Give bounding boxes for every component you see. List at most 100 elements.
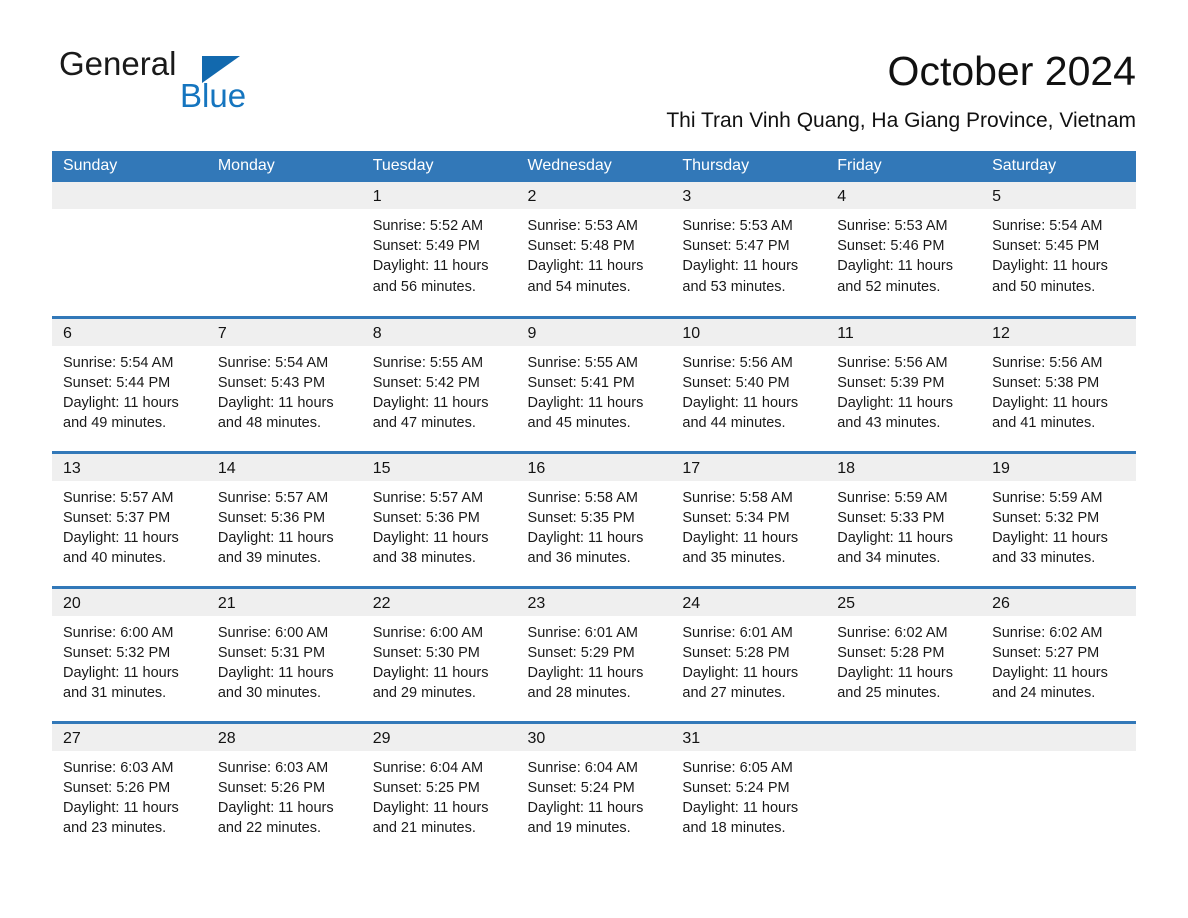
day-number: 4 (826, 182, 982, 209)
sunset-text: Sunset: 5:34 PM (682, 509, 790, 526)
calendar-day-cell[interactable]: 24 Sunrise: 6:01 AM Sunset: 5:28 PM Dayligh… (671, 585, 827, 722)
daylight-text-line1: Daylight: 11 hours (217, 664, 334, 681)
sunset-text: Sunset: 5:30 PM (372, 644, 480, 661)
daylight-text-line1: Daylight: 11 hours (372, 664, 489, 681)
calendar-day-cell[interactable]: 4 Sunrise: 5:53 AM Sunset: 5:46 PM Daylight… (826, 182, 982, 317)
day-number: 18 (826, 453, 982, 481)
sunrise-text: Sunrise: 6:02 AM (837, 624, 948, 641)
daylight-text-line1: Daylight: 11 hours (63, 664, 179, 681)
sunrise-text: Sunrise: 5:53 AM (837, 218, 948, 234)
sunrise-text: Sunrise: 6:03 AM (63, 759, 174, 776)
daylight-text-line1: Daylight: 11 hours (682, 258, 799, 275)
day-number: 13 (52, 453, 207, 481)
day-number: 23 (516, 588, 672, 616)
calendar-day-cell[interactable]: 14 Sunrise: 5:57 AM Sunset: 5:36 PM Dayligh… (206, 450, 362, 587)
calendar-day-cell[interactable]: 17 Sunrise: 5:58 AM Sunset: 5:34 PM Dayligh… (671, 450, 827, 587)
day-number: 9 (516, 318, 672, 346)
sunrise-text: Sunrise: 5:55 AM (527, 354, 638, 371)
sunset-text: Sunset: 5:28 PM (682, 644, 790, 661)
calendar-day-cell-empty (826, 720, 982, 857)
day-number: 31 (671, 723, 827, 751)
calendar-container: Sunday Monday Tuesday Wednesday Thursday… (52, 151, 1136, 857)
calendar-day-cell[interactable]: 28 Sunrise: 6:03 AM Sunset: 5:26 PM Dayligh… (206, 720, 362, 857)
daylight-text-line2: and 39 minutes. (217, 550, 322, 567)
day-details: Sunrise: 5:58 AM Sunset: 5:35 PM Daylight:… (517, 481, 672, 569)
day-number: 10 (671, 318, 827, 346)
calendar-day-cell[interactable]: 5 Sunrise: 5:54 AM Sunset: 5:45 PM Daylight… (981, 182, 1136, 317)
daylight-text-line1: Daylight: 11 hours (682, 529, 799, 546)
sunrise-text: Sunrise: 5:54 AM (63, 354, 174, 371)
sunrise-text: Sunrise: 5:57 AM (63, 489, 174, 506)
daylight-text-line1: Daylight: 11 hours (527, 799, 644, 816)
daylight-text-line2: and 35 minutes. (682, 550, 786, 567)
day-number: 27 (52, 723, 207, 751)
day-details: Sunrise: 6:02 AM Sunset: 5:27 PM Daylight:… (981, 616, 1136, 704)
calendar-day-cell[interactable]: 12 Sunrise: 5:56 AM Sunset: 5:38 PM Dayligh… (981, 315, 1136, 452)
calendar-body: 1 Sunrise: 5:52 AM Sunset: 5:49 PM Daylight… (52, 182, 1136, 857)
calendar-day-cell[interactable]: 19 Sunrise: 5:59 AM Sunset: 5:32 PM Dayligh… (981, 450, 1136, 587)
calendar-day-cell-empty (52, 182, 207, 317)
day-details: Sunrise: 5:57 AM Sunset: 5:37 PM Daylight:… (52, 481, 207, 569)
sunrise-text: Sunrise: 5:54 AM (217, 354, 329, 371)
sunrise-text: Sunrise: 6:05 AM (682, 759, 793, 776)
calendar-day-cell[interactable]: 21 Sunrise: 6:00 AM Sunset: 5:31 PM Dayligh… (206, 585, 362, 722)
daylight-text-line2: and 52 minutes. (837, 278, 941, 295)
calendar-day-cell[interactable]: 11 Sunrise: 5:56 AM Sunset: 5:39 PM Dayligh… (826, 315, 982, 452)
calendar-day-cell[interactable]: 7 Sunrise: 5:54 AM Sunset: 5:43 PM Daylight… (206, 315, 362, 452)
calendar-day-cell[interactable]: 1 Sunrise: 5:52 AM Sunset: 5:49 PM Daylight… (361, 182, 517, 317)
sunrise-text: Sunrise: 5:53 AM (682, 218, 793, 234)
calendar-day-cell[interactable]: 3 Sunrise: 5:53 AM Sunset: 5:47 PM Daylight… (671, 182, 827, 317)
daylight-text-line2: and 38 minutes. (372, 550, 476, 567)
daylight-text-line2: and 18 minutes. (682, 820, 786, 837)
calendar-day-cell[interactable]: 16 Sunrise: 5:58 AM Sunset: 5:35 PM Dayligh… (516, 450, 672, 587)
sunset-text: Sunset: 5:24 PM (682, 779, 790, 796)
daylight-text-line2: and 30 minutes. (217, 685, 322, 702)
daylight-text-line2: and 41 minutes. (992, 415, 1096, 432)
calendar-day-cell[interactable]: 13 Sunrise: 5:57 AM Sunset: 5:37 PM Dayligh… (52, 450, 207, 587)
calendar-day-cell[interactable]: 2 Sunrise: 5:53 AM Sunset: 5:48 PM Daylight… (516, 182, 672, 317)
general-blue-logo: General Blue (52, 44, 352, 120)
calendar-day-cell[interactable]: 8 Sunrise: 5:55 AM Sunset: 5:42 PM Daylight… (361, 315, 517, 452)
sunrise-text: Sunrise: 5:56 AM (682, 354, 793, 371)
sunset-text: Sunset: 5:36 PM (217, 509, 326, 526)
sunset-text: Sunset: 5:38 PM (992, 374, 1100, 391)
calendar-day-cell[interactable]: 20 Sunrise: 6:00 AM Sunset: 5:32 PM Dayligh… (52, 585, 207, 722)
sunrise-text: Sunrise: 5:58 AM (682, 489, 793, 506)
calendar-day-cell[interactable]: 23 Sunrise: 6:01 AM Sunset: 5:29 PM Dayligh… (516, 585, 672, 722)
calendar-day-cell[interactable]: 27 Sunrise: 6:03 AM Sunset: 5:26 PM Dayligh… (52, 720, 207, 857)
day-details: Sunrise: 6:03 AM Sunset: 5:26 PM Daylight:… (52, 751, 207, 839)
sunset-text: Sunset: 5:37 PM (63, 509, 171, 526)
sunset-text: Sunset: 5:39 PM (837, 374, 945, 391)
daylight-text-line1: Daylight: 11 hours (837, 258, 954, 275)
sunrise-text: Sunrise: 6:02 AM (992, 624, 1103, 641)
calendar-day-cell[interactable]: 9 Sunrise: 5:55 AM Sunset: 5:41 PM Daylight… (516, 315, 672, 452)
calendar-day-cell[interactable]: 18 Sunrise: 5:59 AM Sunset: 5:33 PM Dayligh… (826, 450, 982, 587)
calendar-day-cell[interactable]: 25 Sunrise: 6:02 AM Sunset: 5:28 PM Dayligh… (826, 585, 982, 722)
calendar-day-cell[interactable]: 22 Sunrise: 6:00 AM Sunset: 5:30 PM Dayligh… (361, 585, 517, 722)
calendar-day-cell[interactable]: 29 Sunrise: 6:04 AM Sunset: 5:25 PM Dayligh… (361, 720, 517, 857)
sunrise-text: Sunrise: 6:04 AM (527, 759, 638, 776)
weekday-header-saturday: Saturday (981, 151, 1136, 182)
weekday-header-thursday: Thursday (671, 151, 827, 182)
daylight-text-line1: Daylight: 11 hours (527, 258, 644, 275)
calendar-day-cell[interactable]: 10 Sunrise: 5:56 AM Sunset: 5:40 PM Dayligh… (671, 315, 827, 452)
sunset-text: Sunset: 5:35 PM (527, 509, 635, 526)
day-number: 24 (671, 588, 827, 616)
calendar-week-row: 1 Sunrise: 5:52 AM Sunset: 5:49 PM Daylight… (52, 182, 1136, 317)
title-block: October 2024 Thi Tran Vinh Quang, Ha Gia… (666, 44, 1136, 136)
calendar-day-cell[interactable]: 26 Sunrise: 6:02 AM Sunset: 5:27 PM Dayligh… (981, 585, 1136, 722)
calendar-day-cell[interactable]: 15 Sunrise: 5:57 AM Sunset: 5:36 PM Dayligh… (361, 450, 517, 587)
calendar-day-cell[interactable]: 30 Sunrise: 6:04 AM Sunset: 5:24 PM Dayligh… (516, 720, 672, 857)
day-details: Sunrise: 5:58 AM Sunset: 5:34 PM Daylight:… (671, 481, 826, 569)
daylight-text-line1: Daylight: 11 hours (372, 529, 489, 546)
daylight-text-line2: and 28 minutes. (527, 685, 631, 702)
calendar-day-cell[interactable]: 31 Sunrise: 6:05 AM Sunset: 5:24 PM Dayligh… (671, 720, 827, 857)
daylight-text-line2: and 29 minutes. (372, 685, 476, 702)
sunrise-text: Sunrise: 5:53 AM (527, 218, 638, 234)
daylight-text-line2: and 27 minutes. (682, 685, 786, 702)
calendar-day-cell[interactable]: 6 Sunrise: 5:54 AM Sunset: 5:44 PM Daylight… (52, 315, 207, 452)
daylight-text-line1: Daylight: 11 hours (217, 529, 334, 546)
daylight-text-line1: Daylight: 11 hours (837, 664, 954, 681)
day-details: Sunrise: 6:00 AM Sunset: 5:30 PM Daylight:… (362, 616, 517, 704)
calendar-day-cell-empty (206, 182, 362, 317)
